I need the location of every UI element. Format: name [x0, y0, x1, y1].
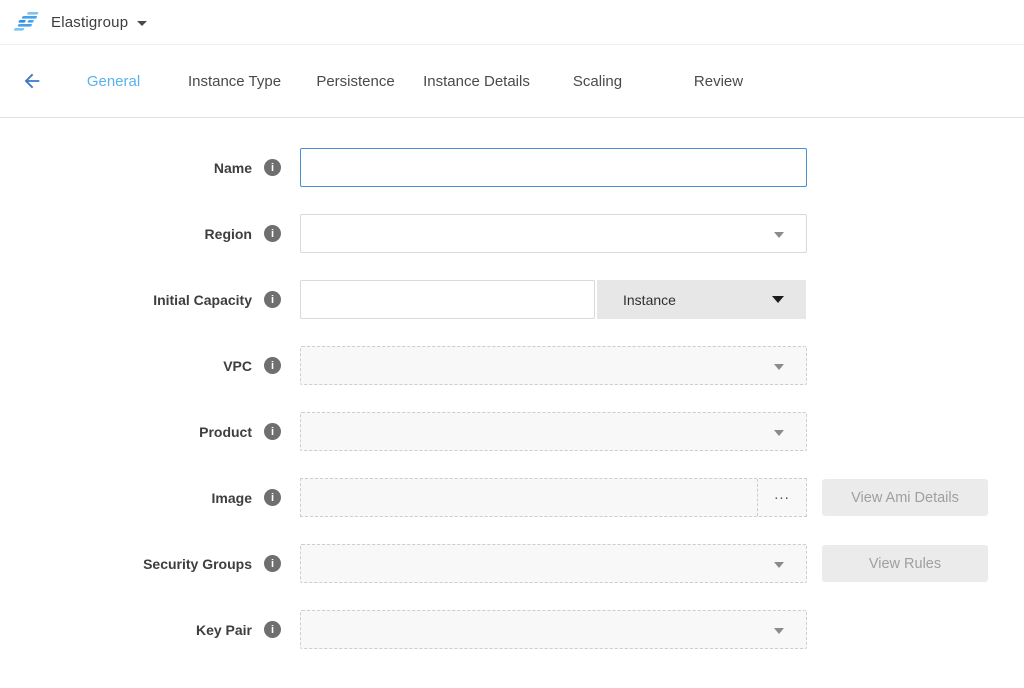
wizard-tab-bar: General Instance Type Persistence Instan… — [0, 45, 1024, 118]
chevron-down-icon — [774, 562, 784, 568]
vpc-select — [300, 346, 807, 385]
app-switcher-dropdown[interactable]: Elastigroup — [14, 11, 147, 33]
key-pair-select — [300, 610, 807, 649]
product-select — [300, 412, 807, 451]
region-label: Region — [205, 226, 252, 242]
field-row-name: Name i — [0, 148, 1024, 187]
field-row-region: Region i — [0, 214, 1024, 253]
view-rules-button: View Rules — [822, 545, 988, 582]
chevron-down-icon — [137, 21, 147, 26]
name-label: Name — [214, 160, 252, 176]
chevron-down-icon — [772, 296, 784, 303]
capacity-unit-value: Instance — [623, 292, 676, 308]
field-row-product: Product i — [0, 412, 1024, 451]
tab-general[interactable]: General — [53, 67, 174, 96]
field-row-vpc: VPC i — [0, 346, 1024, 385]
info-icon[interactable]: i — [264, 225, 281, 242]
info-icon[interactable]: i — [264, 291, 281, 308]
back-arrow-icon — [21, 70, 43, 92]
tab-instance-type[interactable]: Instance Type — [174, 67, 295, 96]
chevron-down-icon — [774, 232, 784, 238]
tab-persistence[interactable]: Persistence — [295, 67, 416, 96]
tab-instance-details[interactable]: Instance Details — [416, 67, 537, 96]
initial-capacity-input[interactable] — [300, 280, 595, 319]
browse-image-button: ... — [757, 479, 806, 516]
general-settings-form: Name i Region i Initial Capacity i Inst — [0, 118, 1024, 649]
initial-capacity-label: Initial Capacity — [153, 292, 252, 308]
name-input[interactable] — [300, 148, 807, 187]
back-button[interactable] — [19, 69, 45, 93]
info-icon[interactable]: i — [264, 357, 281, 374]
top-bar: Elastigroup — [0, 0, 1024, 45]
wizard-tabs: General Instance Type Persistence Instan… — [53, 67, 779, 96]
field-row-image: Image i ... View Ami Details — [0, 478, 1024, 517]
field-row-key-pair: Key Pair i — [0, 610, 1024, 649]
image-input: ... — [300, 478, 807, 517]
tab-scaling[interactable]: Scaling — [537, 67, 658, 96]
image-value — [301, 479, 757, 516]
capacity-unit-select[interactable]: Instance — [597, 280, 806, 319]
view-ami-details-button: View Ami Details — [822, 479, 988, 516]
elastigroup-logo-icon — [14, 11, 42, 33]
app-name: Elastigroup — [51, 14, 128, 31]
security-groups-label: Security Groups — [143, 556, 252, 572]
info-icon[interactable]: i — [264, 423, 281, 440]
product-label: Product — [199, 424, 252, 440]
info-icon[interactable]: i — [264, 159, 281, 176]
tab-review[interactable]: Review — [658, 67, 779, 96]
field-row-initial-capacity: Initial Capacity i Instance — [0, 280, 1024, 319]
key-pair-label: Key Pair — [196, 622, 252, 638]
region-select[interactable] — [300, 214, 807, 253]
chevron-down-icon — [774, 628, 784, 634]
image-label: Image — [212, 490, 252, 506]
chevron-down-icon — [774, 430, 784, 436]
chevron-down-icon — [774, 364, 784, 370]
info-icon[interactable]: i — [264, 621, 281, 638]
security-groups-select — [300, 544, 807, 583]
vpc-label: VPC — [223, 358, 252, 374]
field-row-security-groups: Security Groups i View Rules — [0, 544, 1024, 583]
info-icon[interactable]: i — [264, 555, 281, 572]
info-icon[interactable]: i — [264, 489, 281, 506]
